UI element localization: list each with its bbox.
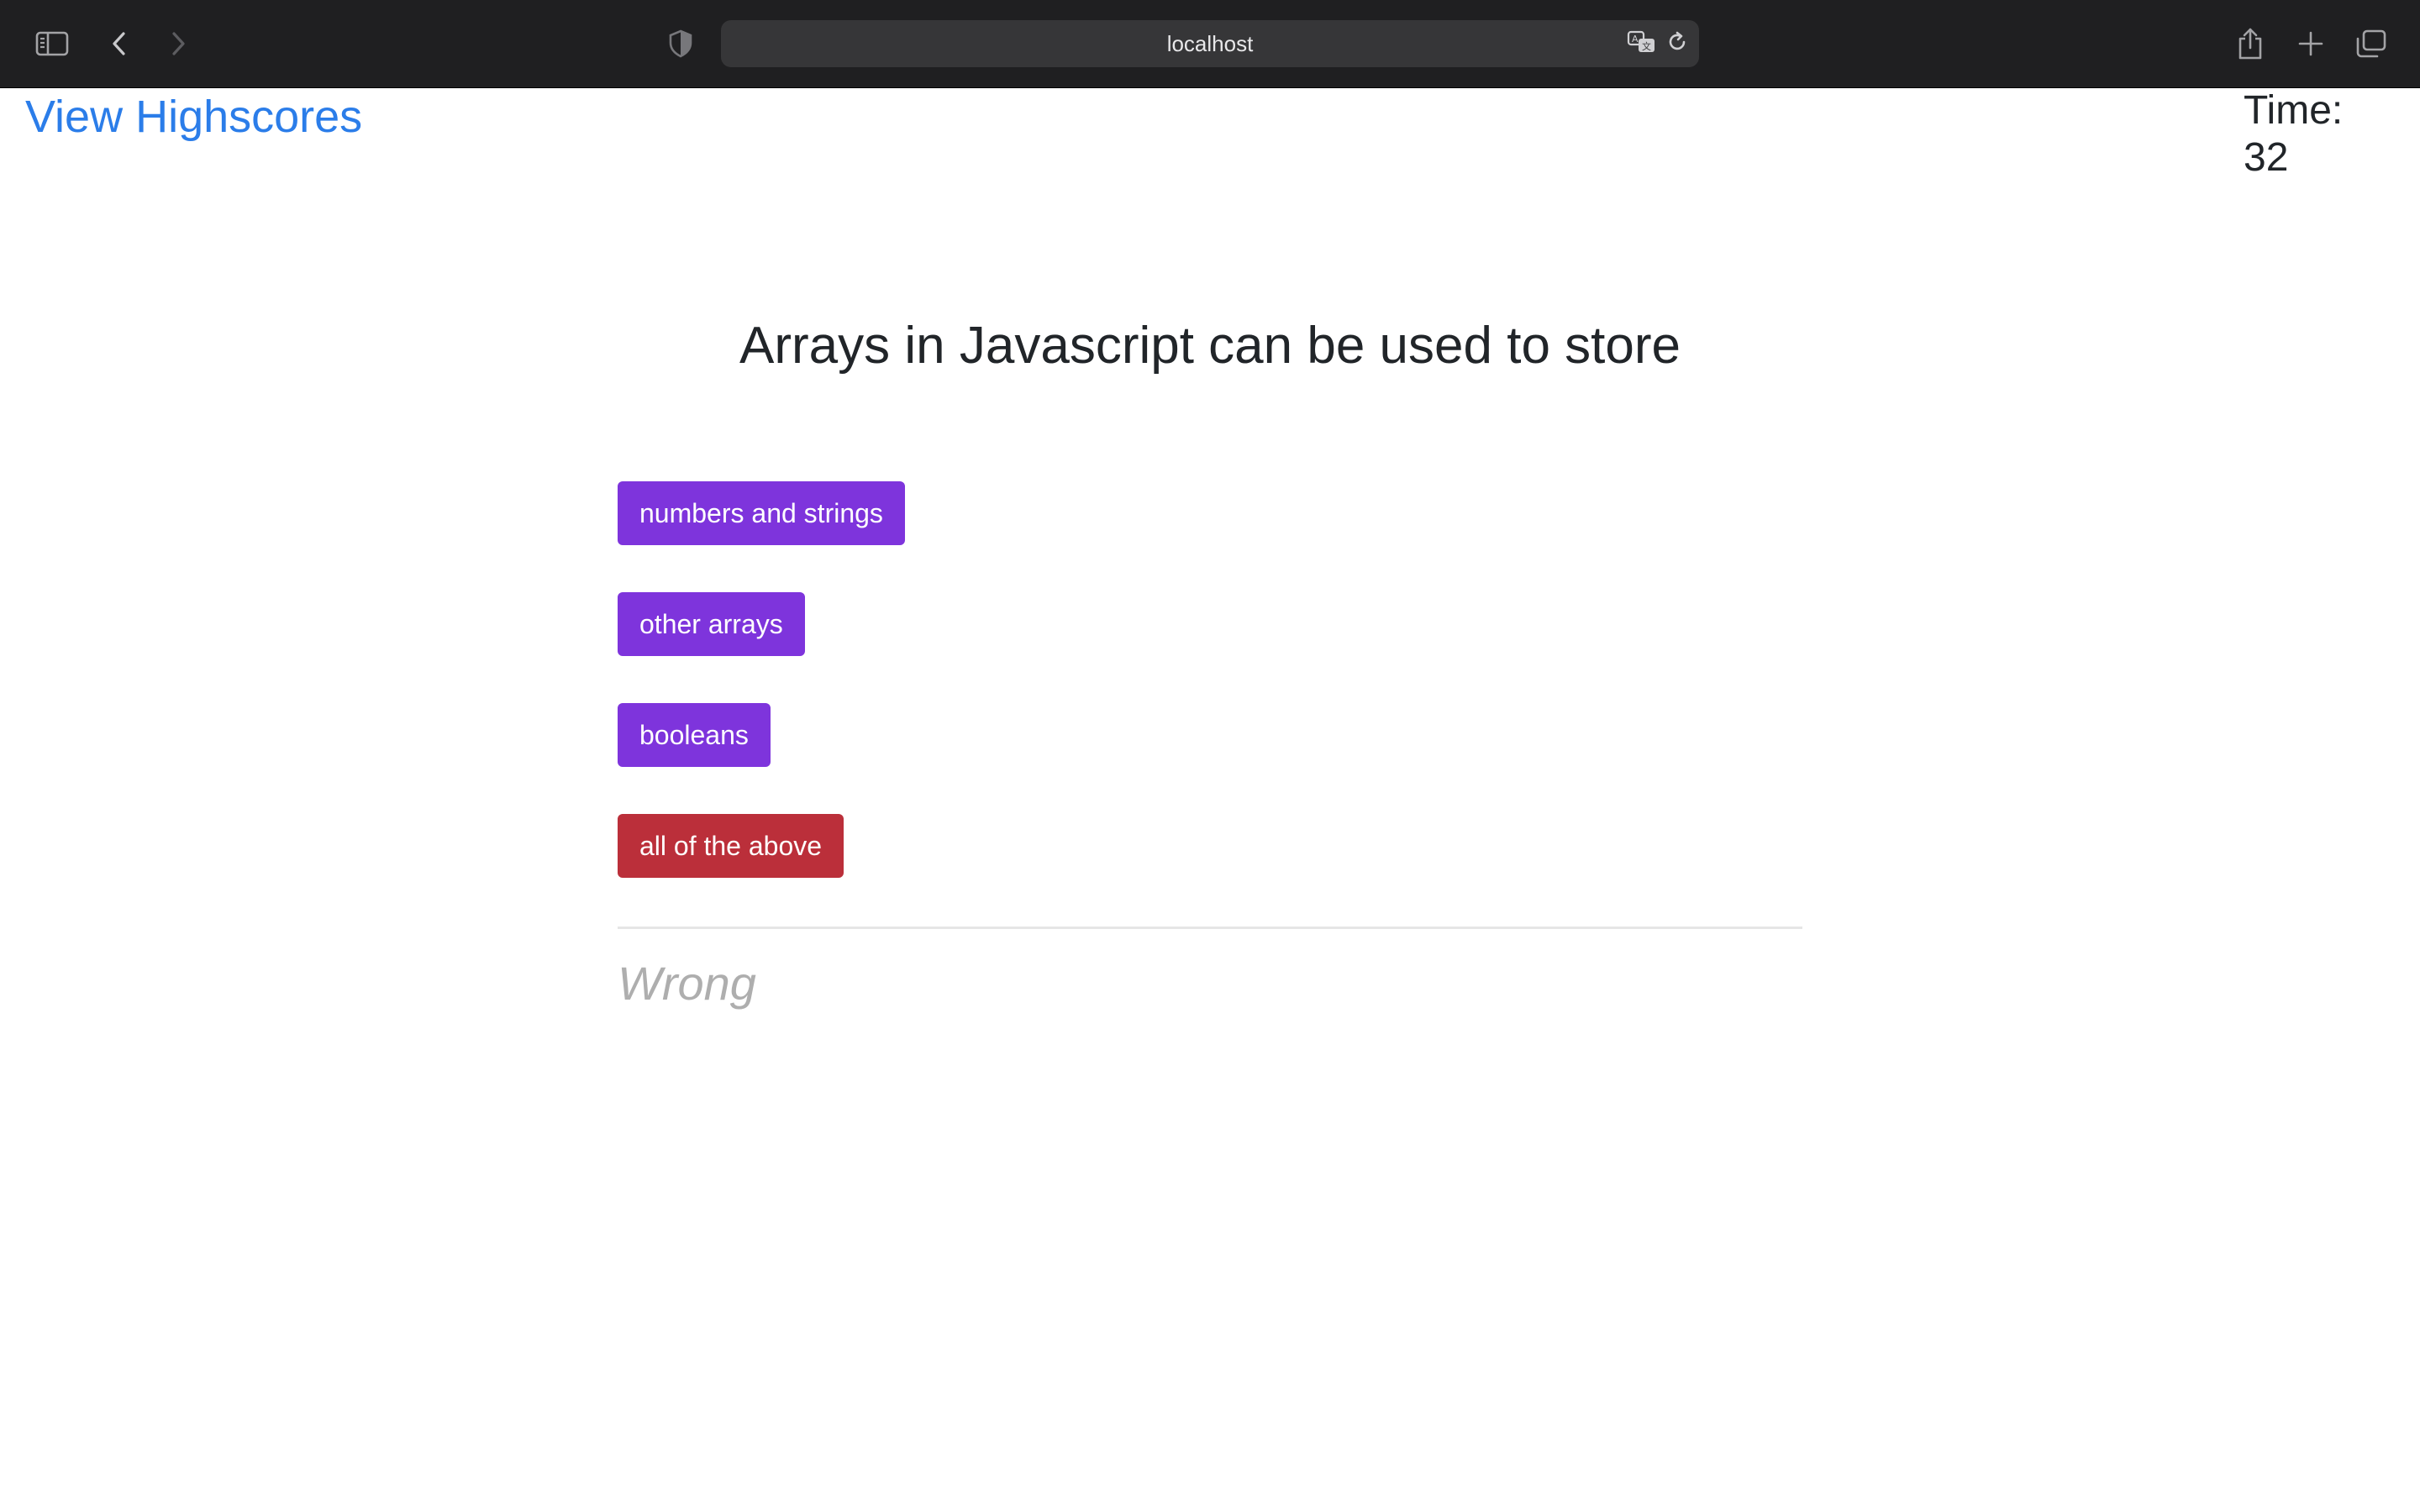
view-highscores-link[interactable]: View Highscores — [25, 87, 362, 146]
translate-button[interactable]: A 文 — [1627, 29, 1657, 59]
browser-toolbar: localhost A 文 — [0, 0, 2420, 88]
tab-overview-icon — [2355, 29, 2387, 59]
answer-button[interactable]: numbers and strings — [618, 481, 905, 545]
address-bar[interactable]: localhost A 文 — [721, 20, 1699, 67]
reload-icon — [1665, 30, 1689, 58]
shield-icon — [668, 29, 693, 58]
sidebar-toggle-button[interactable] — [30, 22, 74, 66]
svg-text:A: A — [1632, 34, 1639, 45]
svg-text:文: 文 — [1642, 40, 1651, 52]
chevron-right-icon — [168, 30, 188, 57]
timer-label: Time: — [2244, 88, 2344, 133]
chevron-left-icon — [109, 30, 129, 57]
plus-icon — [2297, 30, 2324, 57]
share-icon — [2237, 27, 2264, 60]
share-button[interactable] — [2228, 22, 2272, 66]
question-title: Arrays in Javascript can be used to stor… — [739, 317, 1681, 375]
answer-feedback: Wrong — [618, 957, 756, 1010]
forward-button[interactable] — [156, 22, 200, 66]
tab-overview-button[interactable] — [2349, 22, 2393, 66]
translate-icon: A 文 — [1627, 29, 1657, 59]
timer: Time: 32 — [2244, 87, 2395, 181]
answer-button[interactable]: other arrays — [618, 592, 805, 656]
answer-button[interactable]: booleans — [618, 703, 771, 767]
address-url: localhost — [1166, 30, 1254, 56]
back-button[interactable] — [97, 22, 141, 66]
privacy-report-button[interactable] — [659, 22, 702, 66]
sidebar-toggle-icon — [35, 30, 69, 57]
reload-button[interactable] — [1662, 29, 1692, 59]
new-tab-button[interactable] — [2289, 22, 2333, 66]
divider — [618, 927, 1802, 929]
answer-button-selected-wrong[interactable]: all of the above — [618, 814, 844, 878]
timer-value: 32 — [2244, 135, 2289, 180]
answer-list: numbers and strings other arrays boolean… — [618, 481, 905, 925]
